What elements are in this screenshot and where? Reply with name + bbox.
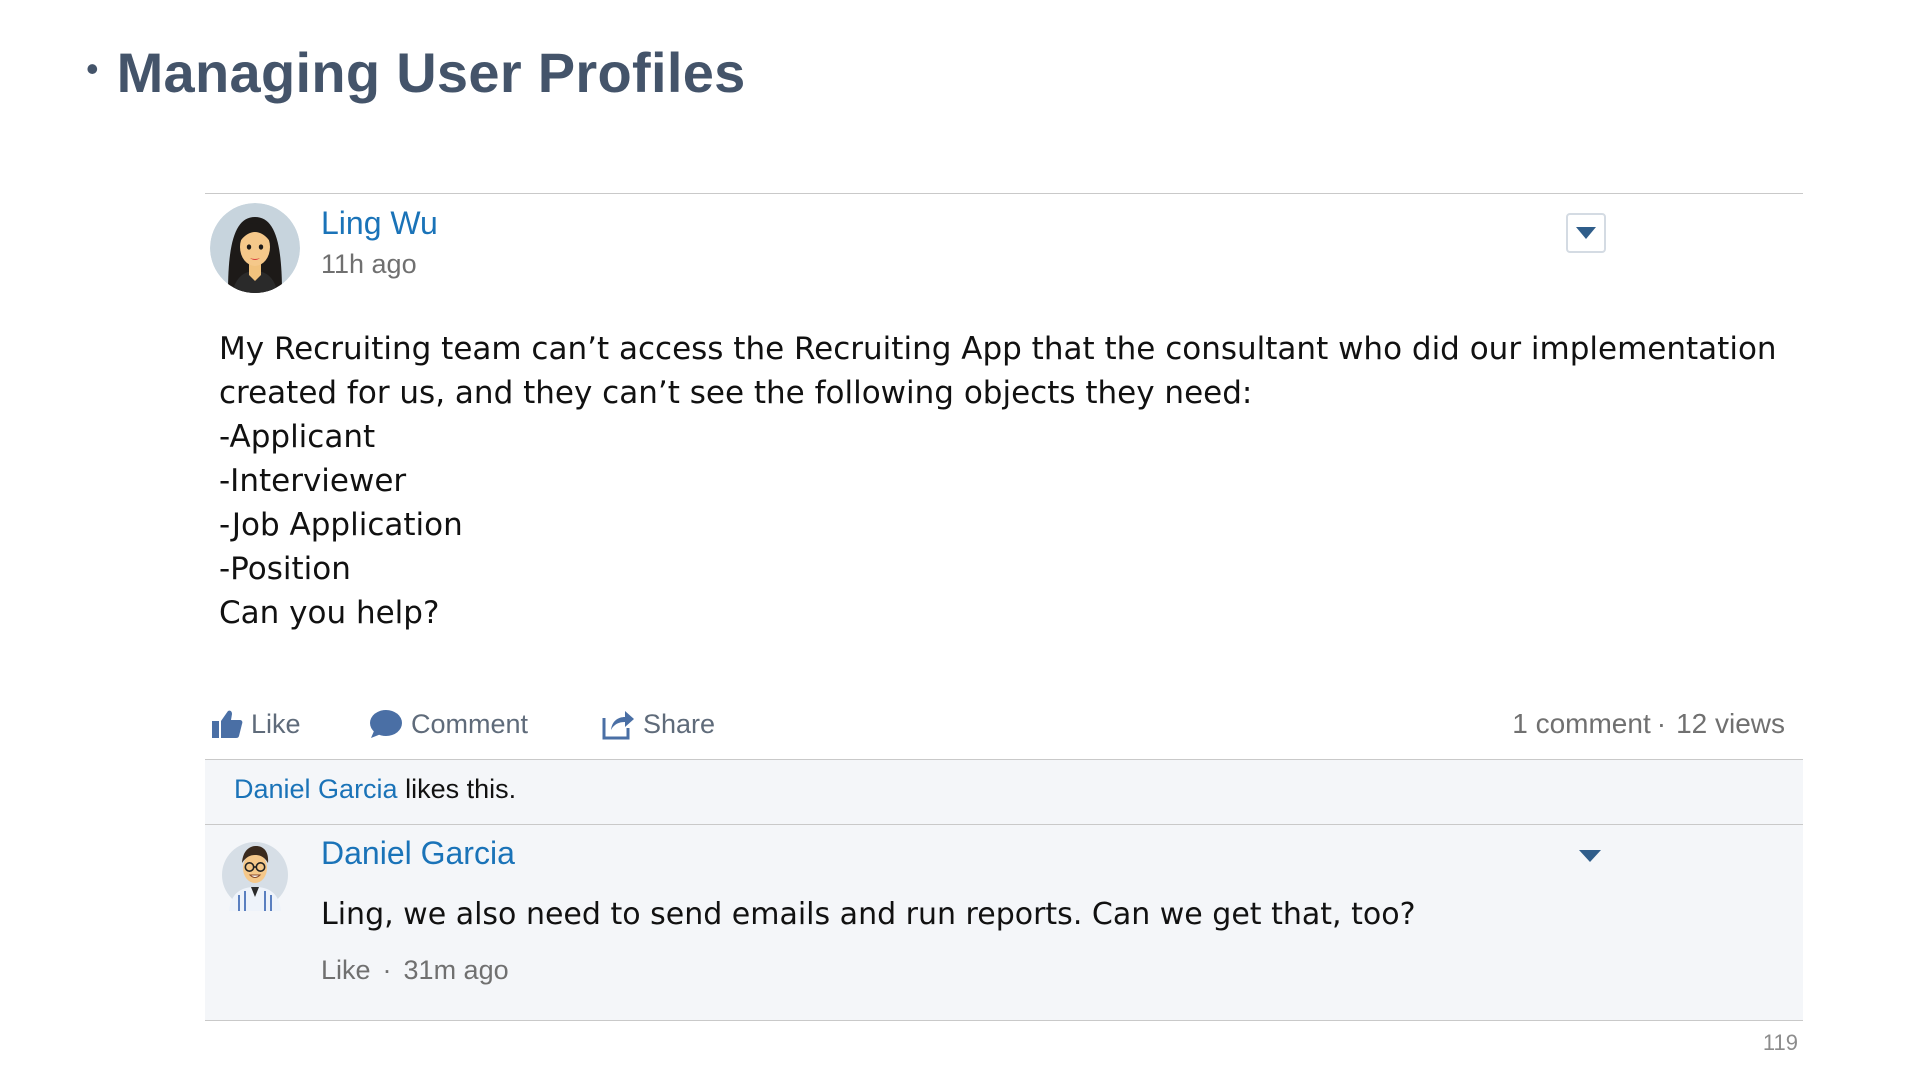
avatar[interactable] bbox=[210, 203, 300, 293]
post-body-line: -Interviewer bbox=[219, 463, 407, 499]
post-timestamp[interactable]: 11h ago bbox=[321, 249, 417, 280]
likes-suffix: likes this. bbox=[397, 774, 517, 804]
post-author-name[interactable]: Ling Wu bbox=[321, 205, 438, 242]
slide-title-row: • Managing User Profiles bbox=[86, 40, 746, 105]
comment-count[interactable]: 1 comment bbox=[1512, 708, 1651, 740]
separator: · bbox=[382, 955, 392, 985]
comment-timestamp[interactable]: 31m ago bbox=[404, 955, 509, 986]
share-icon bbox=[602, 711, 634, 740]
comment-button[interactable]: Comment bbox=[369, 701, 528, 747]
comment-menu-button[interactable] bbox=[1578, 849, 1602, 868]
share-button[interactable]: Share bbox=[601, 701, 715, 747]
comment-author-name[interactable]: Daniel Garcia bbox=[321, 835, 515, 872]
view-count: 12 views bbox=[1676, 708, 1785, 739]
post-stats: 1 comment · 12 views bbox=[1512, 701, 1785, 747]
commenter-avatar[interactable] bbox=[221, 835, 289, 911]
post-body-line: Can you help? bbox=[219, 595, 440, 631]
post-body-line: -Position bbox=[219, 551, 351, 587]
liker-name[interactable]: Daniel Garcia bbox=[234, 774, 398, 804]
post-menu-button[interactable] bbox=[1566, 213, 1606, 253]
comment-text: Ling, we also need to send emails and ru… bbox=[321, 897, 1416, 932]
chatter-post: Ling Wu 11h ago My Recruiting team can’t… bbox=[205, 193, 1803, 1021]
post-body-line: created for us, and they can’t see the f… bbox=[219, 375, 1253, 411]
like-label: Like bbox=[251, 708, 301, 739]
divider bbox=[205, 193, 1803, 194]
comment-meta: Like · 31m ago bbox=[321, 955, 509, 986]
thumbs-up-icon bbox=[212, 710, 243, 738]
share-label: Share bbox=[643, 708, 716, 739]
page-number: 119 bbox=[1762, 1030, 1798, 1055]
separator: · bbox=[1656, 708, 1667, 739]
likes-text: Daniel Garcia likes this. bbox=[234, 774, 516, 805]
post-body: My Recruiting team can’t access the Recr… bbox=[219, 327, 1779, 635]
chevron-down-icon bbox=[1579, 850, 1601, 862]
comment-label: Comment bbox=[411, 708, 529, 739]
post-body-line: -Job Application bbox=[219, 507, 463, 543]
slide-title: Managing User Profiles bbox=[116, 41, 746, 104]
post-actions: Like Comment Share 1 comment · 12 views bbox=[205, 701, 1803, 747]
comment-bubble-icon bbox=[370, 710, 402, 738]
bullet-icon: • bbox=[86, 47, 99, 89]
comment-item: Daniel Garcia Ling, we also need to send… bbox=[205, 825, 1803, 1021]
post-body-line: -Applicant bbox=[219, 419, 376, 455]
slide: • Managing User Profiles Ling Wu 11h ago bbox=[0, 0, 1920, 1080]
like-button[interactable]: Like bbox=[211, 701, 301, 747]
comment-like-link[interactable]: Like bbox=[321, 955, 371, 986]
post-body-line: My Recruiting team can’t access the Recr… bbox=[219, 331, 1777, 367]
chevron-down-icon bbox=[1576, 227, 1596, 239]
likes-bar: Daniel Garcia likes this. bbox=[205, 759, 1803, 825]
